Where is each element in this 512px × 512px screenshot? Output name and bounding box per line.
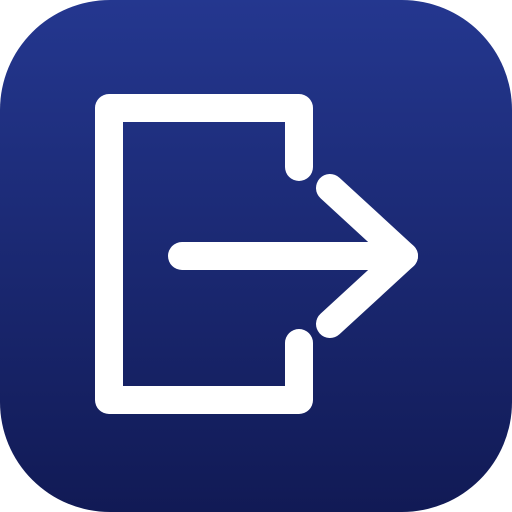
logout-app-icon[interactable] — [0, 0, 512, 512]
logout-icon — [95, 94, 418, 414]
